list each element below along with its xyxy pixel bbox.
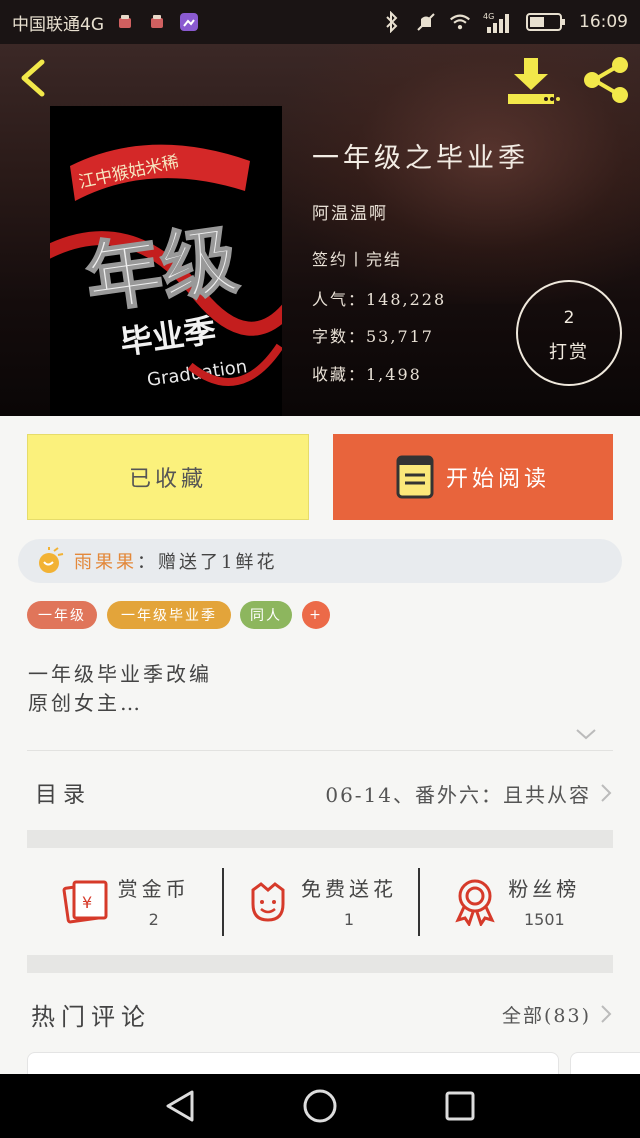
app-notification-icon (146, 11, 168, 33)
add-tag-button[interactable]: + (302, 601, 330, 629)
battery-icon (525, 11, 567, 33)
download-icon (508, 58, 560, 104)
share-button[interactable] (580, 54, 632, 106)
reward-coins-label: 赏金币 (117, 877, 190, 901)
divider (27, 750, 613, 751)
tag-label: 一年级 (38, 608, 86, 624)
tip-count: 2 (563, 308, 575, 328)
free-flower-label: 免费送花 (300, 877, 397, 901)
megaphone-icon (39, 547, 64, 573)
download-button[interactable] (506, 56, 562, 106)
book-status: 签约丨完结 (312, 250, 403, 269)
section-separator (27, 955, 613, 973)
book-favorites: 收藏：1,498 (312, 365, 422, 384)
fan-ranking-button[interactable]: 粉丝榜 1501 (417, 848, 613, 954)
book-info: 一年级之毕业季 (312, 136, 529, 175)
share-icon (584, 57, 628, 103)
book-icon (396, 455, 434, 499)
start-reading-label: 开始阅读 (445, 467, 550, 492)
square-recents-icon (445, 1091, 475, 1121)
tag-label: 同人 (250, 608, 282, 624)
clock: 16:09 (579, 12, 628, 32)
system-nav-bar (0, 1074, 640, 1138)
add-tag-label: + (309, 607, 323, 623)
carrier-label: 中国联通4G (12, 14, 104, 35)
gallery-notification-icon (178, 11, 200, 33)
start-reading-button[interactable]: 开始阅读 (333, 434, 613, 520)
latest-chapter: 06-14、番外六：且共从容 (325, 782, 591, 807)
chevron-right-icon[interactable] (599, 1003, 613, 1025)
free-flower-button[interactable]: 免费送花 1 (222, 848, 417, 954)
book-cover: 江中猴姑米稀 年级 毕业季 Graduation (50, 106, 282, 416)
book-header: 江中猴姑米稀 年级 毕业季 Graduation 一年级之毕业季 阿温温啊 签约… (0, 44, 640, 416)
svg-text:¥: ¥ (82, 893, 92, 912)
chevron-right-icon (601, 784, 612, 802)
reward-coins-button[interactable]: ¥ 赏金币 2 (27, 848, 222, 954)
tag-label: 一年级毕业季 (121, 608, 217, 624)
book-description: 一年级毕业季改编 原创女主… (28, 660, 212, 718)
book-popularity: 人气：148,228 (312, 290, 447, 309)
nav-back-button[interactable] (160, 1086, 200, 1126)
triangle-back-icon (166, 1090, 194, 1122)
flower-icon (251, 882, 285, 922)
status-bar: 中国联通4G 4G 16:09 (0, 0, 640, 44)
book-title: 一年级之毕业季 (312, 143, 529, 174)
collected-button[interactable]: 已收藏 (27, 434, 309, 520)
back-arrow-icon (21, 59, 45, 97)
expand-description-button[interactable] (574, 726, 598, 742)
nav-home-button[interactable] (300, 1086, 340, 1126)
hot-comments-label: 热门评论 (31, 1002, 151, 1031)
collected-label: 已收藏 (128, 467, 207, 492)
description-line: 原创女主… (28, 691, 143, 715)
fan-ranking-label: 粉丝榜 (508, 877, 581, 901)
back-button[interactable] (14, 58, 54, 98)
app-notification-icon (114, 11, 136, 33)
signal-icon: 4G (483, 11, 513, 33)
reward-coins-value: 2 (148, 910, 159, 929)
tag-chip[interactable]: 同人 (240, 601, 292, 629)
tag-chip[interactable]: 一年级 (27, 601, 97, 629)
red-envelope-icon: ¥ (62, 880, 108, 924)
medal-icon (455, 879, 496, 926)
chevron-down-icon (576, 729, 596, 740)
toc-label: 目录 (35, 783, 92, 808)
tip-label: 打赏 (549, 342, 589, 363)
nav-recents-button[interactable] (440, 1086, 480, 1126)
support-stats: ¥ 赏金币 2 免费送花 1 粉丝榜 1501 (27, 848, 613, 954)
table-of-contents-row[interactable]: 目录 06-14、番外六：且共从容 (27, 758, 613, 828)
network-type-label: 4G (483, 12, 494, 21)
book-cover-art: 江中猴姑米稀 年级 毕业季 Graduation (50, 106, 282, 416)
bluetooth-icon (381, 11, 403, 33)
fan-ranking-value: 1501 (523, 910, 565, 929)
mute-icon (415, 11, 437, 33)
gift-notice: 雨果果 ：赠送了1鲜花 (18, 539, 622, 583)
hot-comments-header: 热门评论 全部(83) (27, 990, 613, 1038)
all-comments-link[interactable]: 全部(83) (502, 1001, 591, 1028)
book-word-count: 字数：53,717 (312, 327, 434, 346)
gift-text: ：赠送了1鲜花 (137, 552, 278, 573)
description-line: 一年级毕业季改编 (28, 662, 212, 686)
tip-button[interactable]: 2 打赏 (516, 280, 622, 386)
circle-home-icon (303, 1089, 337, 1123)
section-separator (27, 830, 613, 848)
wifi-icon (449, 11, 471, 33)
tag-chip[interactable]: 一年级毕业季 (107, 601, 231, 629)
free-flower-value: 1 (343, 910, 355, 929)
book-author[interactable]: 阿温温啊 (312, 199, 388, 224)
gift-user[interactable]: 雨果果 (74, 548, 137, 574)
